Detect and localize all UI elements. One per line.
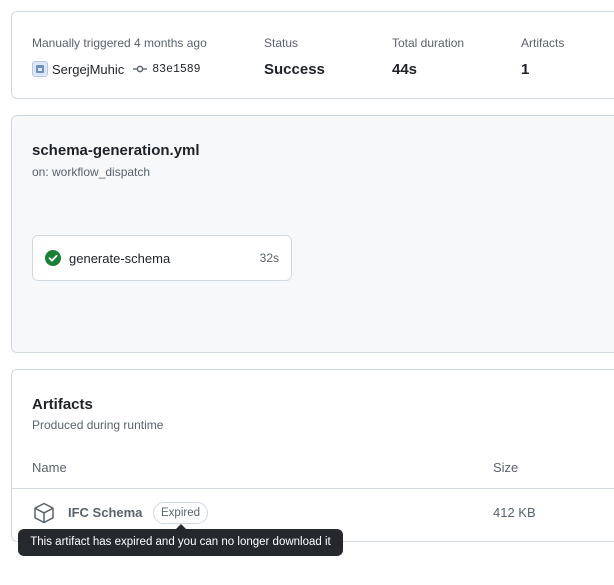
workflow-graph: schema-generation.yml on: workflow_dispa… <box>11 115 614 353</box>
duration-value: 44s <box>392 61 418 78</box>
workflow-file-name: schema-generation.yml <box>32 142 200 159</box>
artifacts-section: Artifacts Produced during runtime Name S… <box>11 369 614 542</box>
actor-link[interactable]: SergejMuhic <box>52 62 124 77</box>
artifacts-count-label: Artifacts <box>521 36 565 50</box>
trigger-label: Manually triggered 4 months ago <box>32 36 207 50</box>
status-label: Status <box>264 36 299 50</box>
job-name: generate-schema <box>69 250 171 266</box>
git-commit-icon <box>133 62 148 76</box>
artifacts-title: Artifacts <box>32 396 93 413</box>
expired-badge[interactable]: Expired <box>153 502 208 524</box>
commit-sha-link[interactable]: 83e1589 <box>152 63 200 76</box>
avatar[interactable] <box>32 61 48 77</box>
artifact-size: 412 KB <box>493 505 536 520</box>
job-node-generate-schema[interactable]: generate-schema 32s <box>32 235 292 281</box>
run-summary-card: Manually triggered 4 months ago SergejMu… <box>11 11 614 99</box>
artifacts-count-value[interactable]: 1 <box>521 60 564 80</box>
trigger-info: Manually triggered 4 months ago SergejMu… <box>32 35 207 79</box>
trigger-meta: SergejMuhic 83e1589 <box>32 59 207 79</box>
artifacts-subtitle: Produced during runtime <box>32 418 164 432</box>
column-header-name: Name <box>32 460 67 475</box>
job-duration: 32s <box>259 251 279 265</box>
duration-label: Total duration <box>392 36 465 50</box>
expired-tooltip: This artifact has expired and you can no… <box>18 524 343 556</box>
duration-info: Total duration 44s <box>392 35 464 80</box>
check-circle-icon <box>45 250 61 266</box>
workflow-trigger: on: workflow_dispatch <box>32 165 151 179</box>
artifact-name: IFC Schema <box>68 505 143 520</box>
package-icon <box>32 501 56 525</box>
artifacts-count-info: Artifacts 1 <box>521 35 564 80</box>
status-value: Success <box>264 61 325 78</box>
column-header-size: Size <box>493 460 519 475</box>
status-info: Status Success <box>264 35 325 80</box>
